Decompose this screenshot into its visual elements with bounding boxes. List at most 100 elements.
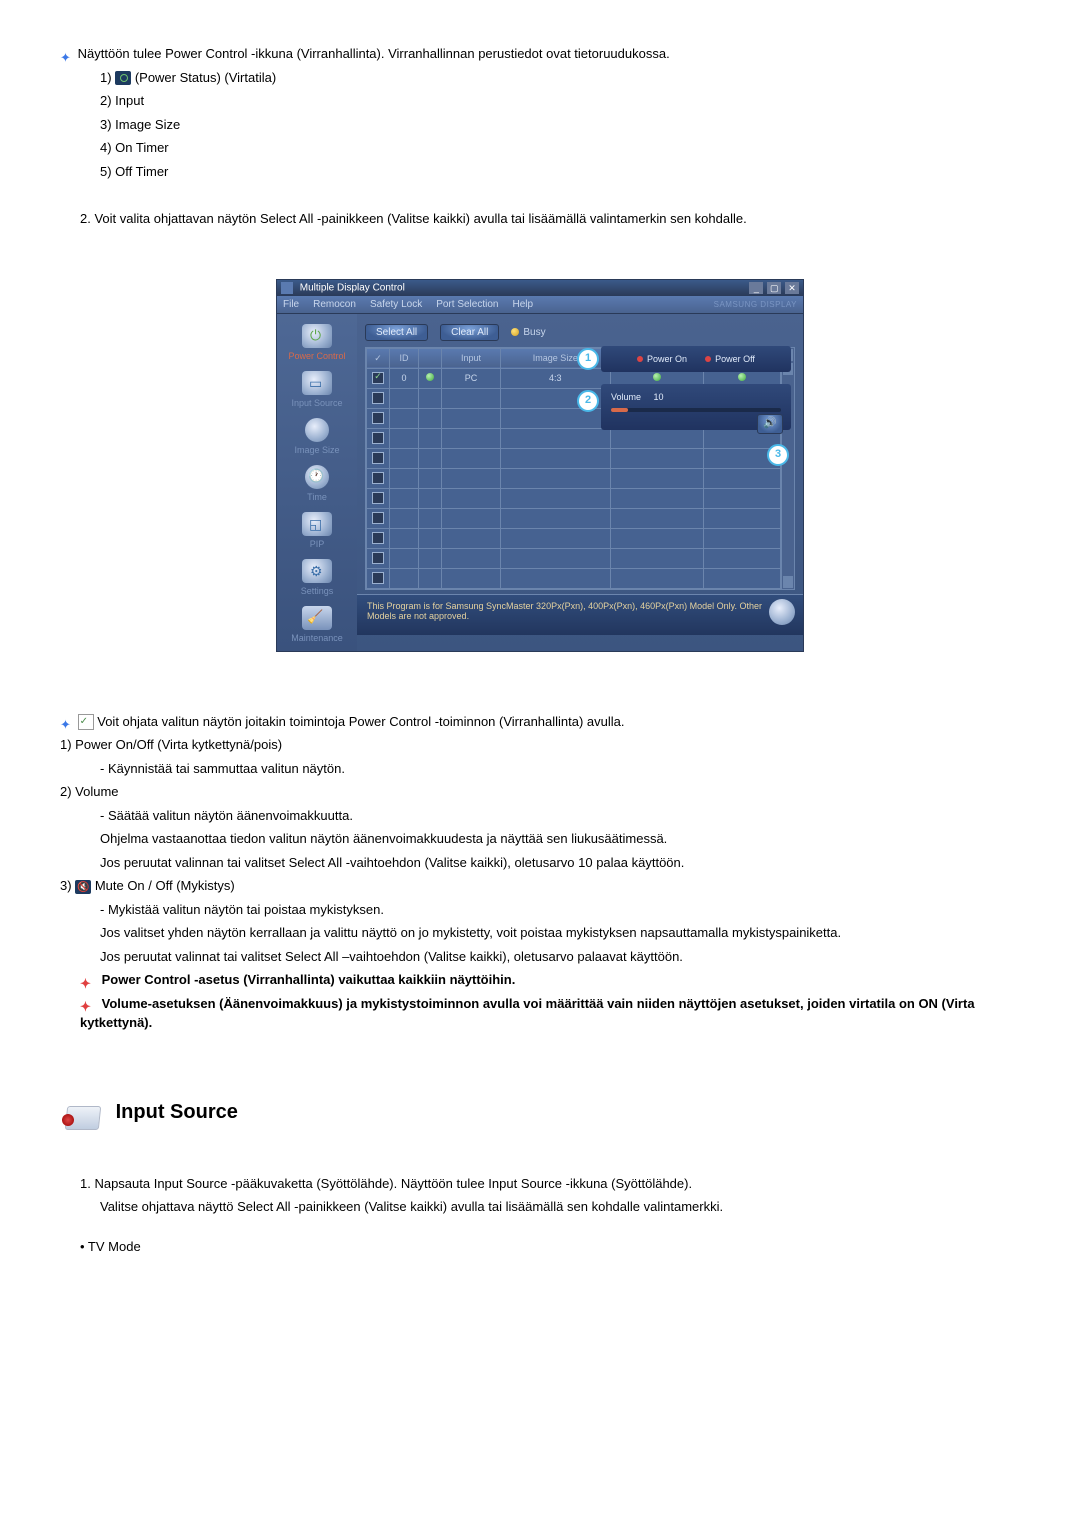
callout-2: 2 xyxy=(577,390,599,412)
intro-text: Näyttöön tulee Power Control -ikkuna (Vi… xyxy=(78,46,670,61)
table-row[interactable] xyxy=(367,468,781,488)
power-on-dot-icon xyxy=(426,373,434,381)
row-checkbox[interactable] xyxy=(372,452,384,464)
sidebar-item-time[interactable]: Time xyxy=(277,459,357,506)
status-footer: This Program is for Samsung SyncMaster 3… xyxy=(357,594,803,635)
callout-1: 1 xyxy=(577,348,599,370)
explain-2-b1: - Säätää valitun näytön äänenvoimakkuutt… xyxy=(100,806,1020,826)
maximize-icon[interactable]: ▢ xyxy=(767,282,781,294)
intro-item-1: 1) (Power Status) (Virtatila) xyxy=(100,68,1020,88)
window-controls[interactable]: _ ▢ ✕ xyxy=(748,282,799,294)
table-row[interactable] xyxy=(367,548,781,568)
row-checkbox[interactable] xyxy=(372,512,384,524)
footer-badge-icon xyxy=(769,599,795,625)
image-size-icon xyxy=(305,418,329,442)
app-window: Multiple Display Control _ ▢ ✕ File Remo… xyxy=(276,279,804,652)
volume-value: 10 xyxy=(654,392,664,402)
checkbox-icon xyxy=(78,714,94,730)
red-dot-icon xyxy=(705,356,711,362)
sec2-p1b: Valitse ohjattava näyttö Select All -pai… xyxy=(100,1197,1020,1217)
star-red-icon: ✦ xyxy=(80,997,94,1011)
explain-1-title: 1) Power On/Off (Virta kytkettynä/pois) xyxy=(60,735,1020,755)
mute-icon xyxy=(75,880,91,894)
section-title: Input Source xyxy=(116,1101,238,1124)
row-checkbox[interactable] xyxy=(372,392,384,404)
explain-2-b3: Jos peruutat valinnan tai valitset Selec… xyxy=(100,853,1020,873)
table-row[interactable] xyxy=(367,428,781,448)
sidebar-item-input-source[interactable]: Input Source xyxy=(277,365,357,412)
star-blue-icon: ✦ xyxy=(60,715,74,729)
row-checkbox[interactable] xyxy=(372,472,384,484)
close-icon[interactable]: ✕ xyxy=(785,282,799,294)
input-source-section-icon xyxy=(60,1100,104,1136)
input-source-icon xyxy=(302,371,332,395)
sidebar-item-maintenance[interactable]: Maintenance xyxy=(277,600,357,647)
pip-icon xyxy=(302,512,332,536)
power-status-icon xyxy=(115,71,131,85)
explain-lead: ✦ Voit ohjata valitun näytön joitakin to… xyxy=(60,712,1020,732)
row-checkbox[interactable] xyxy=(372,412,384,424)
row-checkbox[interactable] xyxy=(372,532,384,544)
control-panel: Power On Power Off Volume 10 🔊 xyxy=(601,346,791,430)
table-row[interactable] xyxy=(367,568,781,588)
sidebar: Power Control Input Source Image Size Ti… xyxy=(277,314,357,651)
scroll-down-icon[interactable] xyxy=(782,575,794,589)
sidebar-item-settings[interactable]: Settings xyxy=(277,553,357,600)
sec2-p1: 1. Napsauta Input Source -pääkuvaketta (… xyxy=(80,1174,1020,1194)
table-row[interactable] xyxy=(367,508,781,528)
select-all-button[interactable]: Select All xyxy=(365,324,428,341)
callout-3: 3 xyxy=(767,444,789,466)
time-icon xyxy=(305,465,329,489)
star-red-icon: ✦ xyxy=(80,974,94,988)
app-icon xyxy=(281,282,293,294)
star-note-1: ✦ Power Control -asetus (Virranhallinta)… xyxy=(80,970,1020,990)
window-titlebar[interactable]: Multiple Display Control _ ▢ ✕ xyxy=(277,280,803,296)
sidebar-item-power-control[interactable]: Power Control xyxy=(277,318,357,365)
volume-slider[interactable] xyxy=(611,408,781,412)
intro-item-3: 3) Image Size xyxy=(100,115,1020,135)
row-checkbox[interactable] xyxy=(372,552,384,564)
power-on-button[interactable]: Power On xyxy=(637,354,687,364)
star-blue-icon: ✦ xyxy=(60,48,74,62)
intro-line: ✦ Näyttöön tulee Power Control -ikkuna (… xyxy=(60,44,1020,64)
menu-file[interactable]: File xyxy=(283,299,299,310)
menu-help[interactable]: Help xyxy=(512,299,533,310)
mute-button[interactable]: 🔊 xyxy=(757,414,783,434)
intro-item-5: 5) Off Timer xyxy=(100,162,1020,182)
row-checkbox[interactable] xyxy=(372,432,384,444)
intro-note-2: 2. Voit valita ohjattavan näytön Select … xyxy=(80,209,1020,229)
volume-label: Volume xyxy=(611,392,641,402)
menubar: File Remocon Safety Lock Port Selection … xyxy=(277,296,803,314)
explain-1-b1: - Käynnistää tai sammuttaa valitun näytö… xyxy=(100,759,1020,779)
sidebar-item-image-size[interactable]: Image Size xyxy=(277,412,357,459)
row-checkbox[interactable] xyxy=(372,492,384,504)
power-off-button[interactable]: Power Off xyxy=(705,354,755,364)
table-row[interactable] xyxy=(367,488,781,508)
red-dot-icon xyxy=(637,356,643,362)
power-icon xyxy=(302,324,332,348)
minimize-icon[interactable]: _ xyxy=(749,282,763,294)
table-row[interactable] xyxy=(367,528,781,548)
table-row[interactable] xyxy=(367,448,781,468)
explain-3-b3: Jos peruutat valinnat tai valitset Selec… xyxy=(100,947,1020,967)
explain-2-b2: Ohjelma vastaanottaa tiedon valitun näyt… xyxy=(100,829,1020,849)
section-input-source-header: Input Source xyxy=(60,1097,1020,1140)
window-title: Multiple Display Control xyxy=(300,282,405,293)
settings-icon xyxy=(302,559,332,583)
sidebar-item-pip[interactable]: PIP xyxy=(277,506,357,553)
sec2-p2: • TV Mode xyxy=(80,1237,1020,1257)
main-area: Select All Clear All Busy ✓IDInputImage … xyxy=(357,314,803,651)
explain-2-title: 2) Volume xyxy=(60,782,1020,802)
busy-dot-icon xyxy=(511,328,519,336)
maintenance-icon xyxy=(302,606,332,630)
menu-remocon[interactable]: Remocon xyxy=(313,299,356,310)
explain-3-b1: - Mykistää valitun näytön tai poistaa my… xyxy=(100,900,1020,920)
volume-box: Volume 10 🔊 xyxy=(601,384,791,430)
clear-all-button[interactable]: Clear All xyxy=(440,324,499,341)
busy-indicator: Busy xyxy=(511,327,545,338)
row-checkbox[interactable] xyxy=(372,572,384,584)
menu-safety-lock[interactable]: Safety Lock xyxy=(370,299,422,310)
row-checkbox[interactable] xyxy=(372,372,384,384)
explain-3-b2: Jos valitset yhden näytön kerrallaan ja … xyxy=(100,923,1020,943)
menu-port-selection[interactable]: Port Selection xyxy=(436,299,498,310)
